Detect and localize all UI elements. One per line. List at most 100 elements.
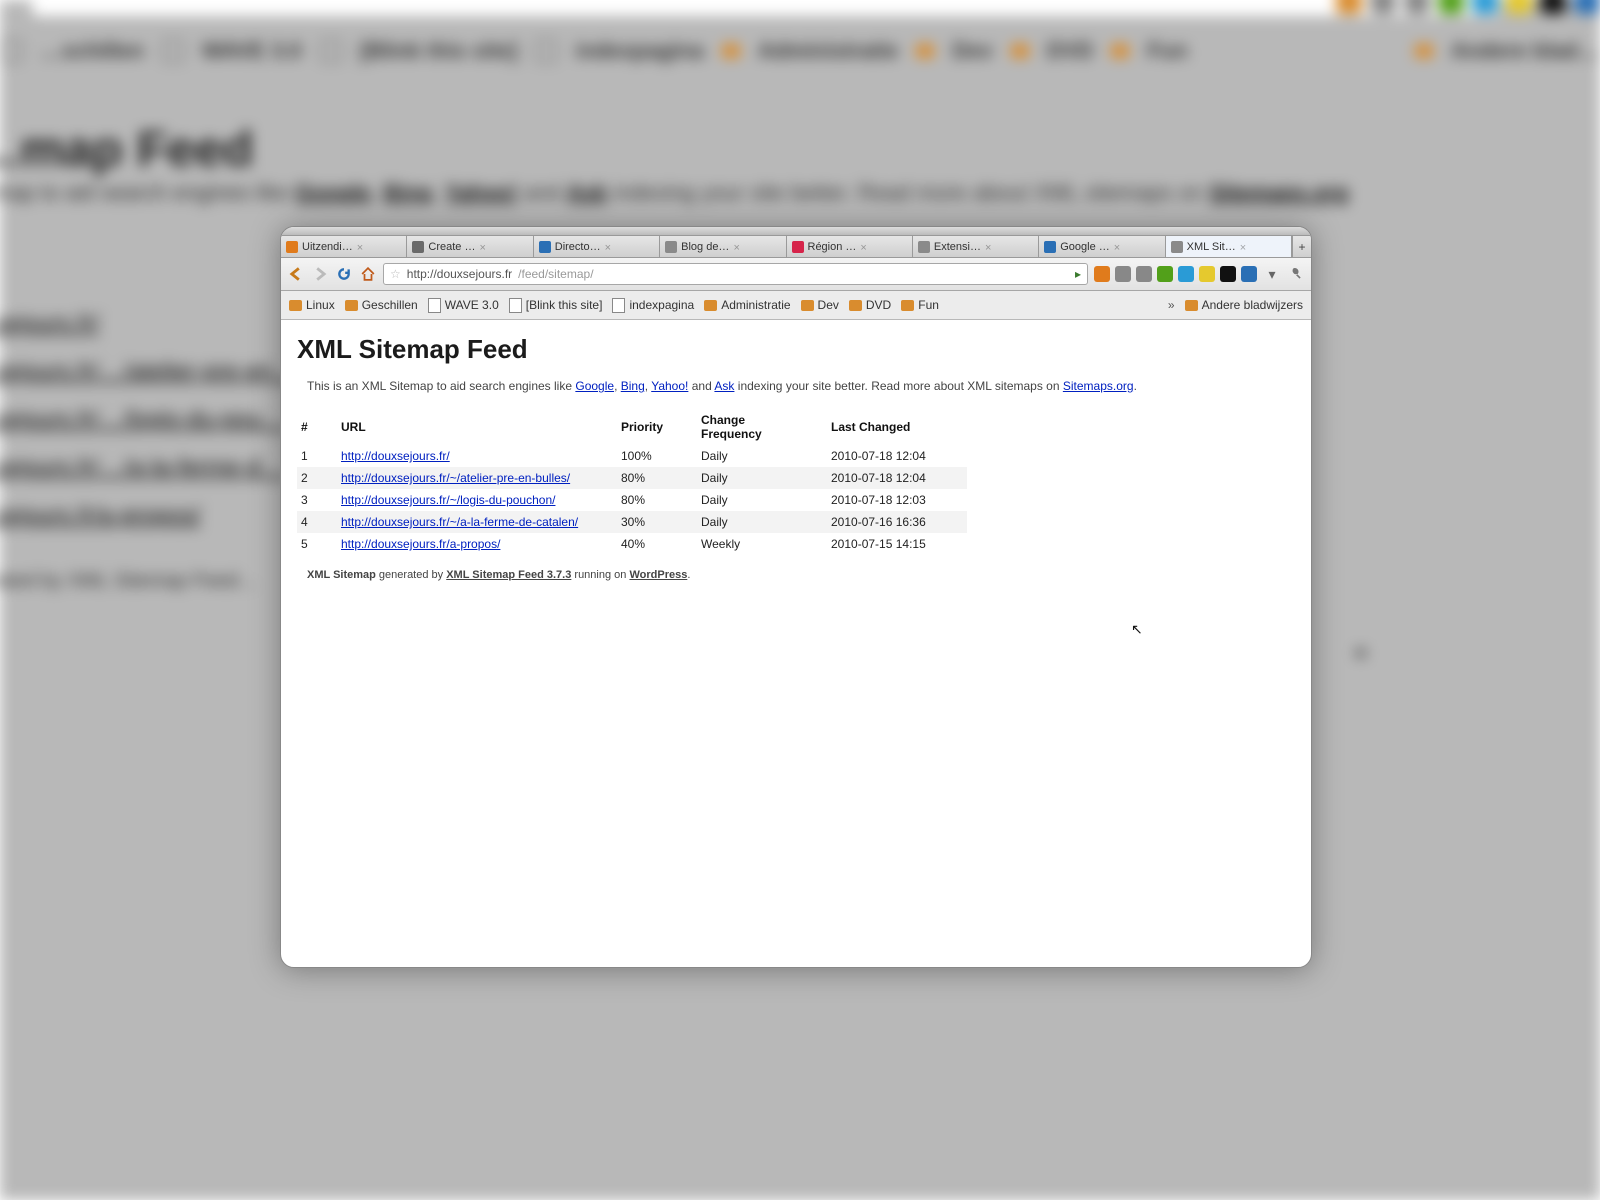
tab[interactable]: Région …	[787, 236, 913, 257]
tab-close-icon[interactable]	[1114, 242, 1123, 251]
bookmark-item[interactable]: Fun	[901, 298, 939, 312]
sitemap-table: # URL Priority Change Frequency Last Cha…	[297, 409, 967, 555]
tab-label: Blog de…	[681, 241, 729, 253]
bookmark-item[interactable]: Geschillen	[345, 298, 418, 312]
window-titlebar[interactable]	[281, 227, 1311, 236]
page-menu-button[interactable]: ▾	[1263, 265, 1281, 283]
link-plugin[interactable]: XML Sitemap Feed 3.7.3	[446, 569, 571, 581]
col-url: URL	[337, 409, 617, 445]
link-wordpress[interactable]: WordPress	[629, 569, 687, 581]
table-row: 1http://douxsejours.fr/100%Daily2010-07-…	[297, 445, 967, 467]
bg-generated-by: …rated by XML Sitemap Feed…	[0, 570, 258, 593]
tab-label: XML Sit…	[1187, 241, 1236, 253]
cell-changed: 2010-07-15 14:15	[827, 533, 967, 555]
extension-icon[interactable]	[1157, 266, 1173, 282]
cell-url: http://douxsejours.fr/~/atelier-pre-en-b…	[337, 467, 617, 489]
tab[interactable]: XML Sit…	[1166, 236, 1292, 257]
new-tab-button[interactable]	[1292, 236, 1311, 257]
home-button[interactable]	[359, 265, 377, 283]
extension-icon[interactable]	[1094, 266, 1110, 282]
tab-favicon-icon	[792, 241, 804, 253]
sitemap-url-link[interactable]: http://douxsejours.fr/a-propos/	[341, 537, 500, 551]
tab-favicon-icon	[1171, 241, 1183, 253]
bookmark-item[interactable]: Administratie	[704, 298, 790, 312]
cell-priority: 100%	[617, 445, 697, 467]
tab[interactable]: Extensi…	[913, 236, 1039, 257]
go-button-icon[interactable]: ▸	[1075, 267, 1081, 281]
bookmark-item[interactable]: indexpagina	[612, 298, 694, 313]
bookmark-label: Andere bladwijzers	[1202, 298, 1303, 312]
link-sitemaps-org[interactable]: Sitemaps.org	[1063, 379, 1134, 393]
folder-icon	[801, 300, 814, 311]
bookmark-label: indexpagina	[629, 298, 694, 312]
tab-close-icon[interactable]	[733, 242, 742, 251]
extension-icon[interactable]	[1178, 266, 1194, 282]
bookmark-item[interactable]: WAVE 3.0	[428, 298, 499, 313]
tab-close-icon[interactable]	[605, 242, 614, 251]
bookmark-label: Linux	[306, 298, 335, 312]
extension-icon[interactable]	[1115, 266, 1131, 282]
bookmark-label: DVD	[866, 298, 891, 312]
folder-icon	[704, 300, 717, 311]
reload-button[interactable]	[335, 265, 353, 283]
bookmark-label: WAVE 3.0	[445, 298, 499, 312]
tab-strip: Uitzendi…Create … Directo… Blog de… Région …	[281, 236, 1311, 258]
bookmark-item[interactable]: Andere bladwijzers	[1185, 298, 1303, 312]
cell-frequency: Daily	[697, 445, 827, 467]
tab[interactable]: Directo…	[534, 236, 660, 257]
extension-icon[interactable]	[1136, 266, 1152, 282]
tab-close-icon[interactable]	[1240, 242, 1249, 251]
tab-close-icon[interactable]	[479, 242, 488, 251]
bg-url-list: …sejours.fr/…sejours.fr/…/atelier-pre-en…	[0, 290, 297, 550]
bookmark-item[interactable]: Dev	[801, 298, 839, 312]
tab-close-icon[interactable]	[357, 242, 366, 251]
col-index: #	[297, 409, 337, 445]
table-row: 5http://douxsejours.fr/a-propos/40%Weekl…	[297, 533, 967, 555]
generator-footer: XML Sitemap generated by XML Sitemap Fee…	[307, 569, 1295, 581]
link-yahoo[interactable]: Yahoo!	[651, 379, 688, 393]
link-ask[interactable]: Ask	[714, 379, 734, 393]
wrench-menu-button[interactable]	[1287, 265, 1305, 283]
sitemap-url-link[interactable]: http://douxsejours.fr/~/logis-du-pouchon…	[341, 493, 555, 507]
page-icon	[612, 298, 625, 313]
link-google[interactable]: Google	[575, 379, 614, 393]
bg-description: …map to aid search engines like Google, …	[0, 180, 1460, 206]
bookmark-label: Administratie	[721, 298, 790, 312]
tab-label: Extensi…	[934, 241, 981, 253]
bg-heading: …map Feed	[0, 120, 253, 178]
tab-label: Directo…	[555, 241, 601, 253]
bookmark-label: Dev	[818, 298, 839, 312]
tab-favicon-icon	[1044, 241, 1056, 253]
link-bing[interactable]: Bing	[621, 379, 645, 393]
tab[interactable]: Blog de…	[660, 236, 786, 257]
extension-icon[interactable]	[1241, 266, 1257, 282]
tab-close-icon[interactable]	[860, 242, 869, 251]
bookmarks-overflow-icon[interactable]: »	[1168, 298, 1175, 312]
tab-close-icon[interactable]	[985, 242, 994, 251]
sitemap-url-link[interactable]: http://douxsejours.fr/~/a-la-ferme-de-ca…	[341, 515, 578, 529]
cell-index: 1	[297, 445, 337, 467]
col-changed: Last Changed	[827, 409, 967, 445]
bookmark-label: Fun	[918, 298, 939, 312]
bookmark-star-icon[interactable]: ☆	[390, 267, 401, 281]
tab[interactable]: Create …	[407, 236, 533, 257]
cell-priority: 80%	[617, 489, 697, 511]
url-host: http://douxsejours.fr	[407, 267, 512, 281]
folder-icon	[289, 300, 302, 311]
address-bar[interactable]: ☆ http://douxsejours.fr/feed/sitemap/ ▸	[383, 263, 1088, 285]
extension-icon[interactable]	[1199, 266, 1215, 282]
extension-icon[interactable]	[1220, 266, 1236, 282]
bookmark-item[interactable]: Linux	[289, 298, 335, 312]
table-row: 3http://douxsejours.fr/~/logis-du-poucho…	[297, 489, 967, 511]
tab[interactable]: Uitzendi…	[281, 236, 407, 257]
cell-frequency: Weekly	[697, 533, 827, 555]
tab[interactable]: Google …	[1039, 236, 1165, 257]
back-button[interactable]	[287, 265, 305, 283]
bg-toolbar-icons	[1336, 0, 1600, 16]
forward-button[interactable]	[311, 265, 329, 283]
bookmark-item[interactable]: [Blink this site]	[509, 298, 603, 313]
bookmark-item[interactable]: DVD	[849, 298, 891, 312]
cell-index: 4	[297, 511, 337, 533]
sitemap-url-link[interactable]: http://douxsejours.fr/~/atelier-pre-en-b…	[341, 471, 570, 485]
sitemap-url-link[interactable]: http://douxsejours.fr/	[341, 449, 450, 463]
